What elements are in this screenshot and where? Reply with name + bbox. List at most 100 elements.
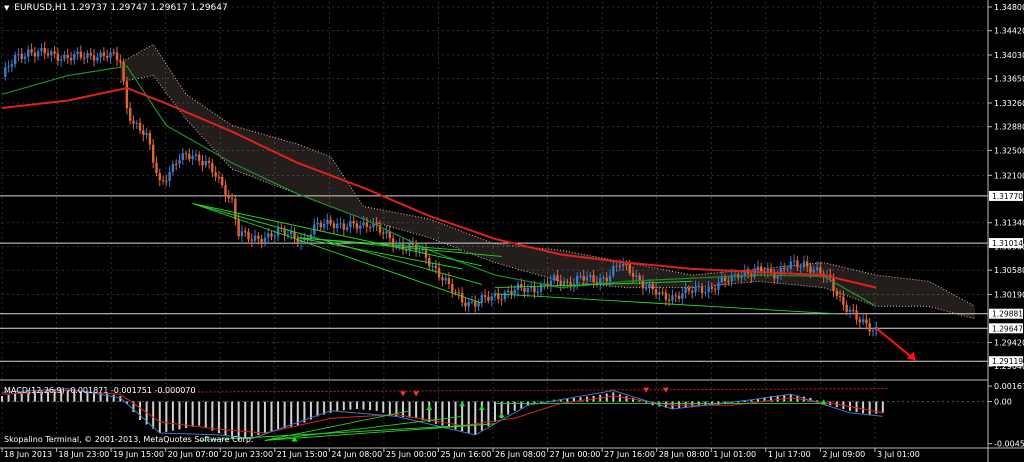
macd-histogram-bar (158, 401, 161, 434)
x-tick-label: 19 Jun 15:00 (113, 450, 164, 459)
candle-body (184, 153, 188, 155)
candle-body (585, 277, 589, 281)
candle-body (717, 282, 720, 290)
candle-body (4, 67, 7, 77)
candle-body (838, 295, 842, 297)
candle-body (73, 53, 76, 61)
candle-body (276, 227, 280, 236)
candle-body (608, 275, 612, 282)
candle-body (155, 162, 158, 173)
candle-body (441, 277, 444, 281)
candle-body (145, 132, 148, 135)
macd-histogram-bar (198, 401, 201, 426)
macd-histogram-bar (513, 401, 516, 411)
copyright-label: Skopalino Terminal, © 2001-2013, MetaQuo… (4, 435, 254, 444)
candle-body (240, 231, 244, 237)
macd-histogram-bar (231, 401, 234, 438)
macd-histogram-bar (283, 401, 286, 429)
candle-body (115, 52, 119, 61)
candle-body (263, 237, 267, 244)
macd-histogram-bar (658, 401, 661, 407)
y-tick-label: 1.34800 (994, 3, 1024, 12)
macd-histogram-bar (684, 401, 687, 408)
candle-body (385, 231, 388, 234)
macd-histogram-bar (342, 401, 345, 411)
up-arrow-icon (498, 412, 505, 418)
candle-body (217, 176, 221, 178)
candle-body (201, 160, 204, 166)
candle-body (161, 180, 165, 182)
candle-body (230, 198, 234, 200)
macd-histogram-bar (434, 401, 437, 424)
candle-body (691, 290, 694, 293)
price-label: 1.31770 (992, 192, 1023, 201)
candle-body (638, 275, 641, 281)
macd-histogram-bar (802, 396, 805, 402)
y-tick-label: 1.33650 (994, 75, 1024, 84)
macd-histogram-bar (421, 401, 424, 421)
dropdown-triangle-icon[interactable]: ▼ (4, 4, 9, 12)
macd-histogram-bar (349, 401, 352, 410)
candle-body (760, 266, 763, 272)
candle-body (319, 222, 323, 228)
macd-histogram-bar (244, 401, 247, 439)
candle-body (109, 52, 112, 58)
candle-body (359, 225, 362, 229)
candle-body (408, 243, 411, 250)
candle-body (46, 53, 50, 56)
chart-header: ▼ EURUSD,H1 1.29737 1.29747 1.29617 1.29… (4, 3, 228, 13)
candle-body (168, 171, 171, 182)
candle-body (20, 53, 23, 59)
candle-body (13, 54, 17, 65)
candle-body (352, 220, 355, 224)
up-arrow-icon (478, 404, 485, 410)
candle-body (63, 54, 66, 60)
x-tick-label: 25 Jun 16:00 (440, 450, 491, 459)
macd-histogram-bar (632, 397, 635, 402)
y-tick-label: 1.29420 (994, 338, 1024, 347)
macd-histogram-bar (428, 401, 431, 422)
candle-body (470, 301, 474, 303)
x-tick-label: 24 Jun 08:00 (331, 450, 382, 459)
macd-histogram-bar (112, 394, 115, 402)
candle-body (447, 278, 451, 284)
candle-body (589, 275, 592, 278)
candle-body (50, 51, 53, 56)
candle-body (181, 153, 184, 161)
symbol-label: EURUSD,H1 (14, 3, 68, 13)
candle-body (809, 266, 812, 273)
macd-histogram-bar (211, 401, 214, 431)
candle-body (480, 295, 484, 303)
macd-histogram-bar (605, 393, 608, 402)
candle-body (766, 268, 769, 272)
down-arrow-icon (399, 391, 406, 397)
candle-body (855, 310, 858, 320)
macd-histogram-bar (204, 401, 207, 429)
macd-histogram-bar (369, 401, 372, 411)
candle-body (789, 261, 792, 269)
candle-body (165, 180, 168, 182)
candle-body (536, 291, 539, 293)
candle-body (342, 223, 346, 230)
candle-body (457, 292, 461, 294)
candle-body (714, 288, 717, 290)
macd-histogram-bar (257, 401, 260, 435)
candle-body (56, 53, 60, 61)
candle-body (796, 260, 799, 267)
candle-body (191, 156, 194, 160)
candle-body (368, 226, 372, 228)
candle-body (460, 293, 464, 303)
candle-body (842, 296, 845, 305)
macd-histogram-bar (309, 401, 312, 420)
candle-body (326, 219, 329, 224)
candle-body (733, 274, 737, 276)
candle-body (723, 277, 727, 282)
candle-body (142, 130, 145, 135)
candle-body (592, 275, 595, 283)
candle-body (151, 144, 155, 163)
candle-body (474, 301, 477, 307)
candle-body (526, 288, 530, 293)
candle-body (250, 239, 253, 241)
candle-body (207, 160, 211, 163)
candle-body (602, 277, 605, 279)
